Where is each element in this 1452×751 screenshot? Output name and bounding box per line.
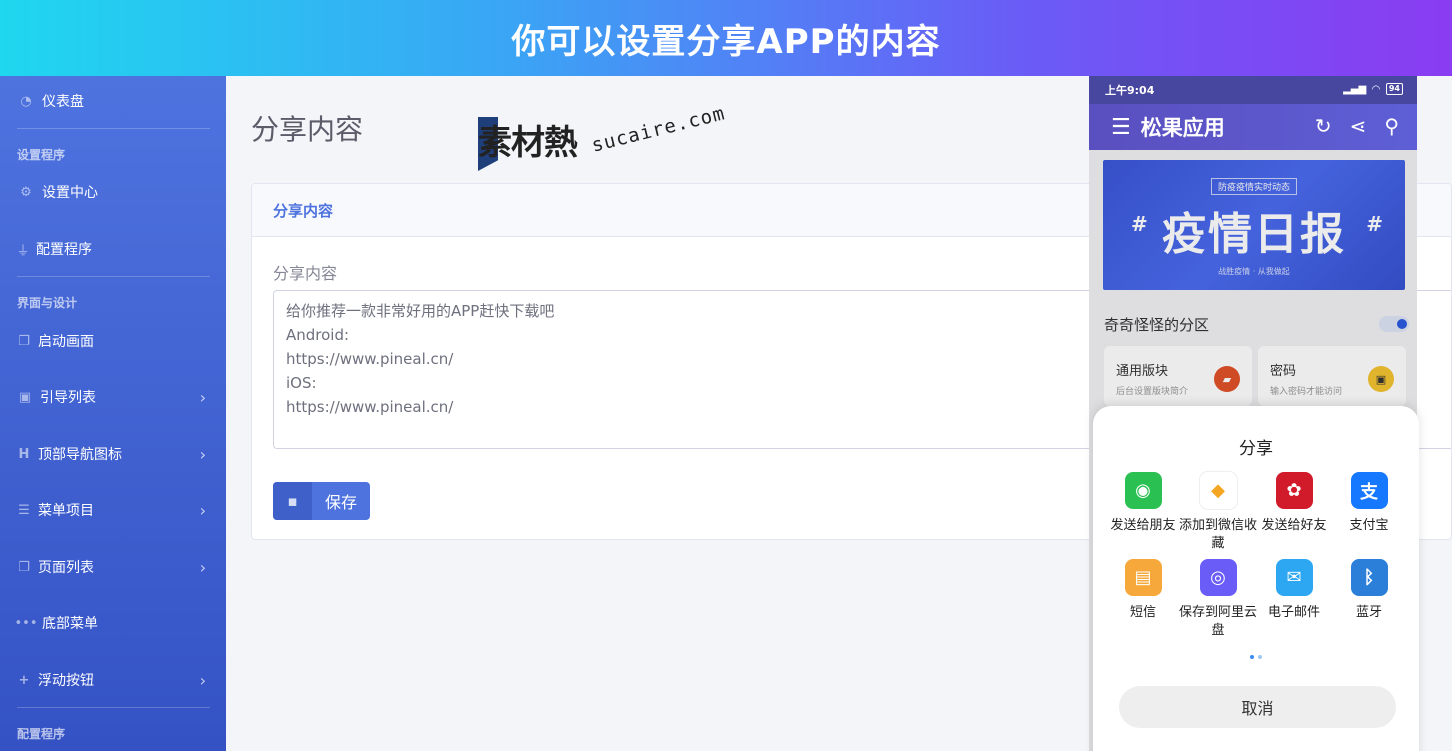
chevron-right-icon: ›: [199, 557, 206, 577]
save-button[interactable]: ▪ 保存: [273, 482, 370, 520]
sidebar-divider: [17, 707, 210, 708]
sidebar-item-guides[interactable]: ▣ 引导列表 ›: [0, 386, 226, 408]
search-icon[interactable]: ⚲: [1384, 114, 1399, 138]
sidebar-item-label: 页面列表: [38, 560, 94, 576]
chevron-right-icon: ›: [199, 387, 206, 407]
share-target-sms[interactable]: ▤ 短信: [1103, 559, 1183, 622]
status-time: 上午9:04: [1105, 84, 1155, 97]
share-target-label: 保存到阿里云盘: [1178, 605, 1257, 638]
sidebar-item-label: 设置中心: [42, 185, 98, 201]
top-banner: 你可以设置分享APP的内容: [0, 0, 1452, 76]
menu-icon[interactable]: ☰: [1111, 115, 1131, 140]
share-target-bluetooth[interactable]: ᛒ 蓝牙: [1329, 559, 1409, 622]
phone-app-bar: ☰ 松果应用 ↻ ⋖ ⚲: [1089, 104, 1417, 150]
sidebar-item-bottom-menu[interactable]: ••• 底部菜单: [0, 612, 226, 634]
share-target-email[interactable]: ✉ 电子邮件: [1254, 559, 1334, 622]
refresh-icon[interactable]: ↻: [1315, 114, 1332, 138]
sidebar-item-label: 启动画面: [38, 334, 94, 350]
sidebar-item-float-button[interactable]: + 浮动按钮 ›: [0, 669, 226, 691]
app-bar-actions: ↻ ⋖ ⚲: [1315, 114, 1399, 138]
banner-title: 你可以设置分享APP的内容: [511, 21, 941, 62]
save-button-label: 保存: [324, 493, 357, 512]
share-target-label: 短信: [1129, 605, 1156, 620]
sidebar-item-pages[interactable]: ❐ 页面列表 ›: [0, 556, 226, 578]
message-icon: ▤: [1124, 559, 1162, 596]
sidebar-item-label: 仪表盘: [42, 94, 84, 110]
share-target-huawei-friend[interactable]: ✿ 发送给好友: [1254, 472, 1334, 535]
sidebar-item-label: 底部菜单: [42, 616, 98, 632]
watermark-logo: 素材熱: [478, 123, 578, 163]
bluetooth-icon: ᛒ: [1350, 559, 1388, 596]
share-sheet: 分享 ◉ 发送给朋友 ◆ 添加到微信收藏 ✿ 发送给好友 支 支付宝 ▤ 短信 …: [1093, 406, 1419, 751]
card-title: 分享内容: [273, 201, 334, 220]
heading-icon: H: [18, 446, 30, 462]
sidebar-item-top-nav-icons[interactable]: H 顶部导航图标 ›: [0, 443, 226, 465]
watermark: 素材熱 sucaire.com: [478, 102, 728, 183]
page-title: 分享内容: [251, 113, 364, 146]
share-target-wechat-favorite[interactable]: ◆ 添加到微信收藏: [1178, 472, 1258, 553]
sidebar-heading: 配置程序: [17, 727, 66, 741]
page-dot: [1258, 655, 1262, 659]
share-target-label: 蓝牙: [1355, 605, 1382, 620]
share-content-label: 分享内容: [273, 264, 338, 283]
cube-icon: ◆: [1199, 472, 1237, 509]
wechat-icon: ◉: [1124, 472, 1162, 509]
sidebar: ◔ 仪表盘 设置程序 ⚙ 设置中心 ⏚ 配置程序 界面与设计 ❐ 启动画面 ▣ …: [0, 76, 226, 751]
share-target-aliyun-drive[interactable]: ◎ 保存到阿里云盘: [1178, 559, 1258, 640]
sidebar-item-settings[interactable]: ⚙ 设置中心: [0, 181, 226, 203]
sidebar-item-label: 菜单项目: [38, 503, 94, 519]
cloud-icon: ◎: [1199, 559, 1237, 596]
images-icon: ▣: [18, 389, 32, 405]
sidebar-divider: [17, 128, 210, 129]
cogs-icon: ⚙: [20, 184, 32, 200]
sidebar-item-label: 顶部导航图标: [38, 447, 122, 463]
battery-icon: 94: [1385, 83, 1403, 95]
chevron-right-icon: ›: [199, 670, 206, 690]
share-target-label: 添加到微信收藏: [1178, 518, 1257, 551]
page-dot: [1250, 655, 1254, 659]
copy-icon: ❐: [18, 559, 30, 575]
share-target-alipay[interactable]: 支 支付宝: [1329, 472, 1409, 535]
ellipsis-icon: •••: [14, 615, 38, 631]
dashboard-icon: ◔: [20, 93, 32, 109]
share-sheet-title: 分享: [1239, 439, 1273, 459]
sidebar-item-label: 配置程序: [36, 242, 92, 258]
sidebar-heading: 设置程序: [17, 148, 66, 162]
phone-status-bar: 上午9:04 ▂▄▆ ◠ 94: [1089, 76, 1417, 104]
sidebar-divider: [17, 276, 210, 277]
share-target-label: 支付宝: [1349, 518, 1389, 533]
chevron-right-icon: ›: [199, 444, 206, 464]
sidebar-item-config[interactable]: ⏚ 配置程序: [0, 238, 226, 260]
sidebar-item-dashboard[interactable]: ◔ 仪表盘: [0, 90, 226, 112]
signal-icon: ▂▄▆: [1343, 83, 1367, 95]
sidebar-item-menu-items[interactable]: ☰ 菜单项目 ›: [0, 499, 226, 521]
save-icon: ▪: [273, 482, 312, 520]
sidebar-item-label: 引导列表: [40, 390, 96, 406]
share-target-label: 发送给好友: [1261, 518, 1327, 533]
phone-app-title: 松果应用: [1140, 116, 1225, 140]
plug-icon: ⏚: [16, 243, 30, 259]
watermark-url: sucaire.com: [589, 102, 728, 157]
alipay-icon: 支: [1350, 472, 1388, 509]
sidebar-item-splash[interactable]: ❐ 启动画面: [0, 330, 226, 352]
wifi-icon: ◠: [1372, 83, 1380, 95]
share-target-label: 电子邮件: [1267, 605, 1320, 620]
cancel-button[interactable]: 取消: [1119, 686, 1396, 728]
huawei-icon: ✿: [1275, 472, 1313, 509]
status-icons: ▂▄▆ ◠ 94: [1343, 83, 1403, 95]
list-icon: ☰: [18, 502, 30, 518]
sidebar-item-label: 浮动按钮: [38, 673, 94, 689]
sidebar-heading: 界面与设计: [17, 296, 78, 310]
plus-icon: +: [18, 672, 30, 688]
share-target-label: 发送给朋友: [1110, 518, 1176, 533]
share-target-wechat-friend[interactable]: ◉ 发送给朋友: [1103, 472, 1183, 535]
chevron-right-icon: ›: [199, 500, 206, 520]
page-indicator: [1250, 655, 1262, 659]
share-icon[interactable]: ⋖: [1350, 114, 1367, 138]
mail-icon: ✉: [1275, 559, 1313, 596]
copy-icon: ❐: [18, 333, 30, 349]
